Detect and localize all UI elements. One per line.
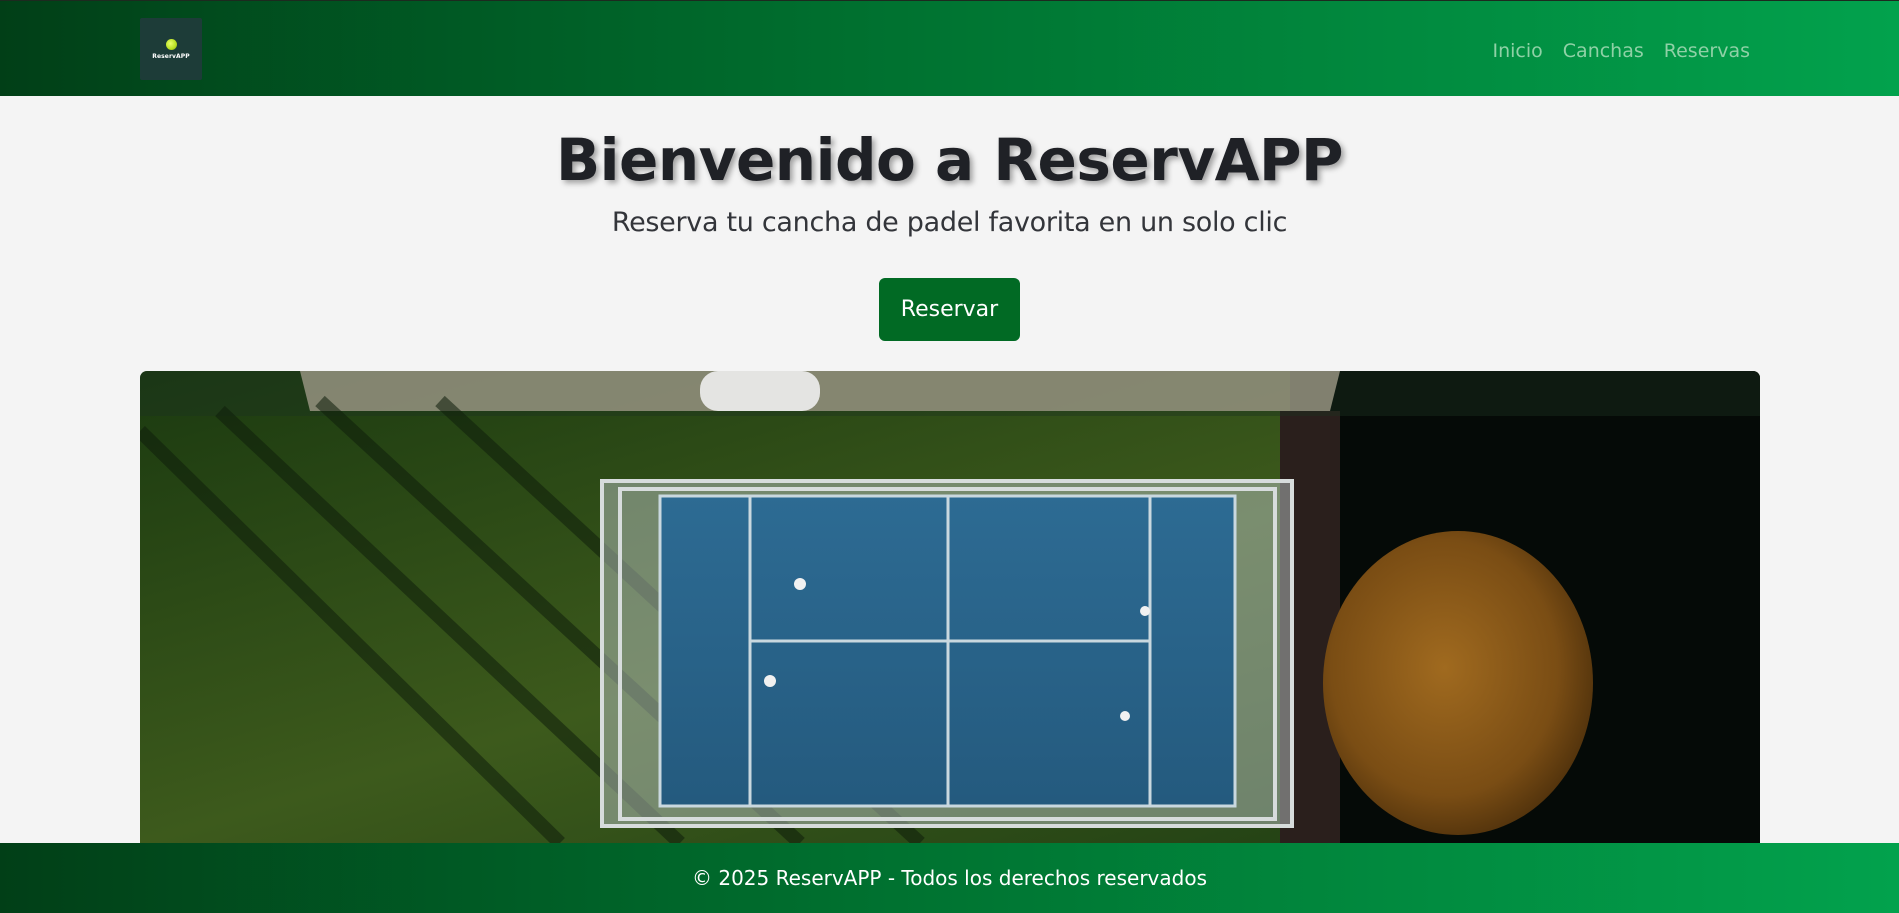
- padel-ball-icon: [165, 38, 177, 50]
- footer-copyright: © 2025 ReservAPP - Todos los derechos re…: [691, 866, 1208, 890]
- nav-link-inicio[interactable]: Inicio: [1493, 37, 1543, 65]
- padel-court-image: [140, 371, 1760, 843]
- footer: © 2025 ReservAPP - Todos los derechos re…: [0, 843, 1899, 913]
- nav-menu: Inicio Canchas Reservas: [1473, 37, 1751, 65]
- nav-link-canchas[interactable]: Canchas: [1563, 37, 1644, 65]
- reservar-button[interactable]: Reservar: [879, 278, 1020, 341]
- nav-link-reservas[interactable]: Reservas: [1664, 37, 1750, 65]
- navbar: ReservAPP Inicio Canchas Reservas: [0, 0, 1899, 96]
- hero-title: Bienvenido a ReservAPP: [555, 126, 1344, 194]
- logo-text: ReservAPP: [152, 52, 190, 60]
- brand-logo[interactable]: ReservAPP: [140, 18, 202, 80]
- hero-subtitle: Reserva tu cancha de padel favorita en u…: [611, 207, 1288, 238]
